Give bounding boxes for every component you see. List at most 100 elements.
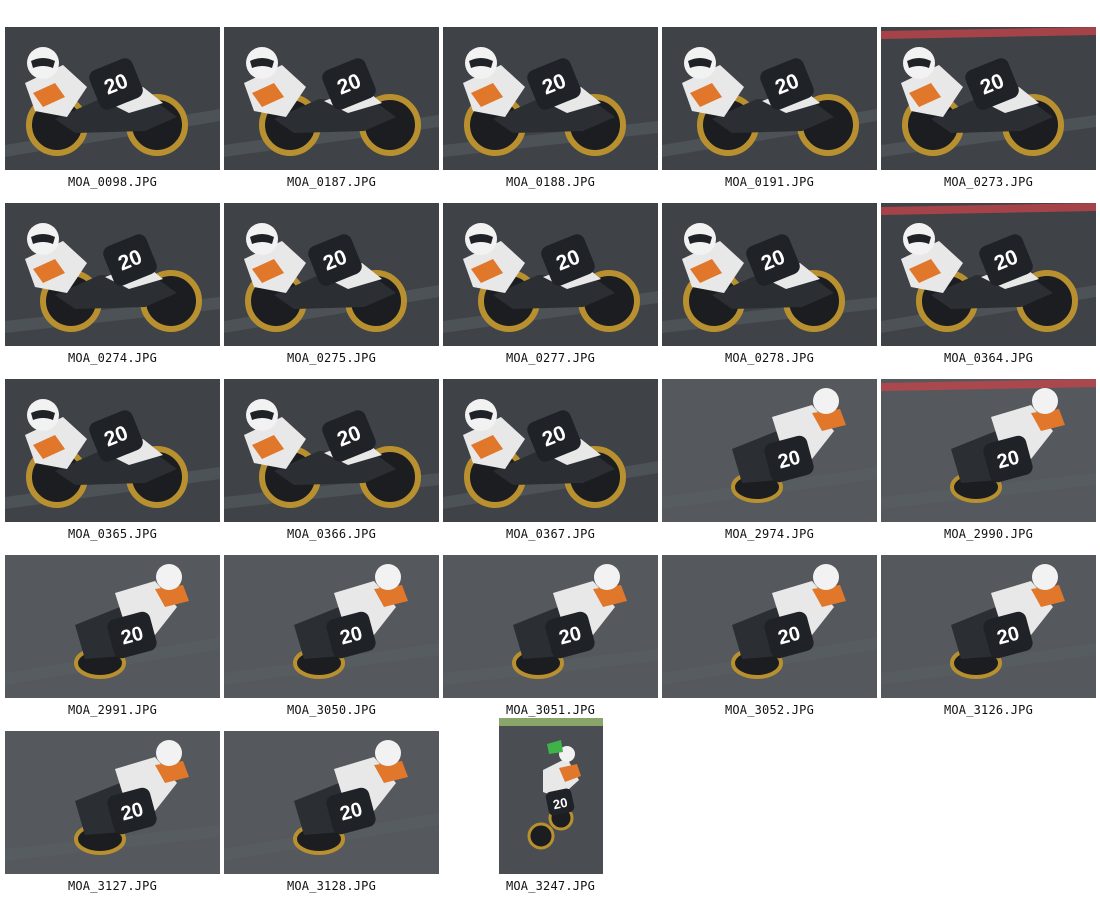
thumbnail-image[interactable]: 20: [224, 379, 439, 522]
thumbnail-caption[interactable]: MOA_3051.JPG: [443, 703, 658, 717]
thumbnail-caption[interactable]: MOA_3127.JPG: [5, 879, 220, 893]
thumbnail-image[interactable]: 20: [498, 718, 603, 874]
thumbnail-caption[interactable]: MOA_3050.JPG: [224, 703, 439, 717]
motorcycle-photo-icon: 20: [224, 203, 439, 346]
thumbnail-caption[interactable]: MOA_0278.JPG: [662, 351, 877, 365]
thumbnail-frame: 20: [5, 731, 220, 874]
thumbnail-image[interactable]: 20: [5, 555, 220, 698]
thumbnail-caption[interactable]: MOA_2974.JPG: [662, 527, 877, 541]
motorcycle-photo-icon: 20: [5, 27, 220, 170]
motorcycle-photo-icon: 20: [498, 718, 603, 874]
thumbnail-caption[interactable]: MOA_3052.JPG: [662, 703, 877, 717]
thumbnail-frame: 20: [662, 555, 877, 698]
motorcycle-photo-icon: 20: [443, 379, 658, 522]
thumbnail-caption[interactable]: MOA_0187.JPG: [224, 175, 439, 189]
thumbnail-image[interactable]: 20: [224, 27, 439, 170]
thumbnail-cell[interactable]: 20 MOA_2991.JPG: [5, 555, 220, 731]
thumbnail-cell[interactable]: 20 MOA_0365.JPG: [5, 379, 220, 555]
thumbnail-frame: 20: [443, 203, 658, 346]
thumbnail-caption[interactable]: MOA_0098.JPG: [5, 175, 220, 189]
thumbnail-image[interactable]: 20: [443, 379, 658, 522]
motorcycle-photo-icon: 20: [224, 731, 439, 874]
thumbnail-image[interactable]: 20: [5, 27, 220, 170]
thumbnail-frame: 20: [5, 379, 220, 522]
motorcycle-photo-icon: 20: [443, 203, 658, 346]
motorcycle-photo-icon: 20: [224, 555, 439, 698]
thumbnail-cell[interactable]: 20 MOA_2990.JPG: [881, 379, 1096, 555]
thumbnail-cell[interactable]: 20 MOA_0191.JPG: [662, 27, 877, 203]
thumbnail-image[interactable]: 20: [224, 555, 439, 698]
thumbnail-image[interactable]: 20: [881, 379, 1096, 522]
thumbnail-frame: 20: [224, 27, 439, 170]
race-number-text: 20: [551, 795, 568, 813]
thumbnail-caption[interactable]: MOA_0367.JPG: [443, 527, 658, 541]
thumbnail-caption[interactable]: MOA_3247.JPG: [443, 879, 658, 893]
thumbnail-cell[interactable]: 20 MOA_3128.JPG: [224, 731, 439, 907]
thumbnail-cell[interactable]: 20 MOA_0367.JPG: [443, 379, 658, 555]
thumbnail-frame: 20: [224, 731, 439, 874]
thumbnail-frame: 20: [881, 379, 1096, 522]
thumbnail-caption[interactable]: MOA_0273.JPG: [881, 175, 1096, 189]
thumbnail-image[interactable]: 20: [662, 203, 877, 346]
thumbnail-frame: 20: [224, 379, 439, 522]
motorcycle-photo-icon: 20: [881, 379, 1096, 522]
thumbnail-caption[interactable]: MOA_3126.JPG: [881, 703, 1096, 717]
thumbnail-frame: 20: [443, 27, 658, 170]
thumbnail-caption[interactable]: MOA_0366.JPG: [224, 527, 439, 541]
thumbnail-cell[interactable]: 20 MOA_3247.JPG: [443, 718, 658, 907]
thumbnail-cell[interactable]: 20 MOA_0188.JPG: [443, 27, 658, 203]
thumbnail-image[interactable]: 20: [5, 203, 220, 346]
thumbnail-image[interactable]: 20: [5, 379, 220, 522]
thumbnail-frame: 20: [662, 203, 877, 346]
thumbnail-image[interactable]: 20: [443, 555, 658, 698]
thumbnail-cell[interactable]: 20 MOA_3052.JPG: [662, 555, 877, 731]
thumbnail-caption[interactable]: MOA_0364.JPG: [881, 351, 1096, 365]
thumbnail-cell[interactable]: 20 MOA_3051.JPG: [443, 555, 658, 731]
motorcycle-photo-icon: 20: [443, 555, 658, 698]
thumbnail-cell[interactable]: 20 MOA_2974.JPG: [662, 379, 877, 555]
thumbnail-caption[interactable]: MOA_0277.JPG: [443, 351, 658, 365]
thumbnail-image[interactable]: 20: [443, 203, 658, 346]
thumbnail-cell[interactable]: 20 MOA_0277.JPG: [443, 203, 658, 379]
thumbnail-image[interactable]: 20: [881, 27, 1096, 170]
thumbnail-cell[interactable]: 20 MOA_3050.JPG: [224, 555, 439, 731]
thumbnail-caption[interactable]: MOA_2990.JPG: [881, 527, 1096, 541]
thumbnail-caption[interactable]: MOA_3128.JPG: [224, 879, 439, 893]
thumbnail-frame: 20: [881, 555, 1096, 698]
thumbnail-cell[interactable]: 20 MOA_0098.JPG: [5, 27, 220, 203]
thumbnail-image[interactable]: 20: [662, 555, 877, 698]
thumbnail-caption[interactable]: MOA_0188.JPG: [443, 175, 658, 189]
thumbnail-cell[interactable]: 20 MOA_0366.JPG: [224, 379, 439, 555]
thumbnail-image[interactable]: 20: [224, 731, 439, 874]
thumbnail-frame: 20: [5, 555, 220, 698]
thumbnail-frame: 20: [5, 203, 220, 346]
motorcycle-photo-icon: 20: [881, 27, 1096, 170]
thumbnail-caption[interactable]: MOA_0275.JPG: [224, 351, 439, 365]
thumbnail-image[interactable]: 20: [5, 731, 220, 874]
thumbnail-caption[interactable]: MOA_2991.JPG: [5, 703, 220, 717]
thumbnail-caption[interactable]: MOA_0191.JPG: [662, 175, 877, 189]
thumbnail-image[interactable]: 20: [662, 379, 877, 522]
thumbnail-frame: 20: [5, 27, 220, 170]
thumbnail-cell[interactable]: 20 MOA_3126.JPG: [881, 555, 1096, 731]
thumbnail-cell[interactable]: 20 MOA_0275.JPG: [224, 203, 439, 379]
thumbnail-caption[interactable]: MOA_0365.JPG: [5, 527, 220, 541]
thumbnail-image[interactable]: 20: [443, 27, 658, 170]
thumbnail-cell[interactable]: 20 MOA_0273.JPG: [881, 27, 1096, 203]
thumbnail-cell[interactable]: 20 MOA_0278.JPG: [662, 203, 877, 379]
motorcycle-photo-icon: 20: [662, 203, 877, 346]
thumbnail-cell[interactable]: 20 MOA_0364.JPG: [881, 203, 1096, 379]
motorcycle-photo-icon: 20: [5, 555, 220, 698]
thumbnail-image[interactable]: 20: [881, 555, 1096, 698]
thumbnail-image[interactable]: 20: [224, 203, 439, 346]
thumbnail-image[interactable]: 20: [662, 27, 877, 170]
thumbnail-cell[interactable]: 20 MOA_0274.JPG: [5, 203, 220, 379]
thumbnail-cell[interactable]: 20 MOA_0187.JPG: [224, 27, 439, 203]
thumbnail-image[interactable]: 20: [881, 203, 1096, 346]
motorcycle-photo-icon: 20: [662, 555, 877, 698]
thumbnail-cell[interactable]: 20 MOA_3127.JPG: [5, 731, 220, 907]
motorcycle-photo-icon: 20: [224, 27, 439, 170]
thumbnail-caption[interactable]: MOA_0274.JPG: [5, 351, 220, 365]
motorcycle-photo-icon: 20: [443, 27, 658, 170]
thumbnail-frame: 20: [662, 27, 877, 170]
